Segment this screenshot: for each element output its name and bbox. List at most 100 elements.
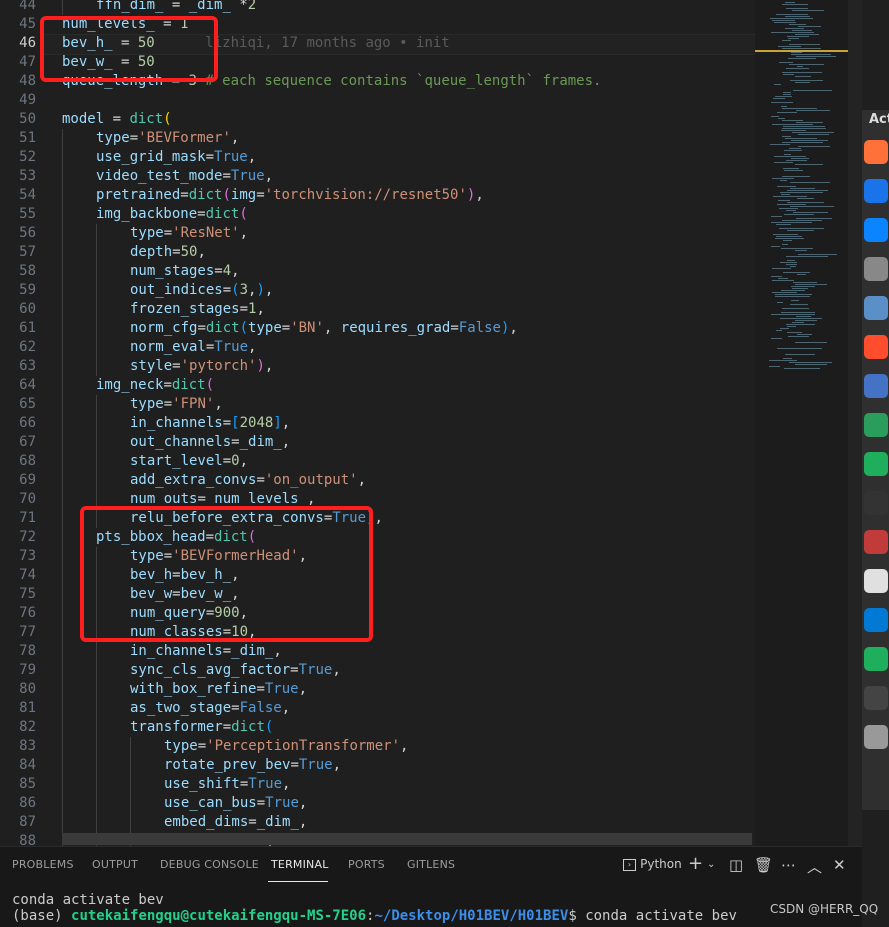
minimap-line [786,8,808,9]
tab-ports[interactable]: PORTS [348,858,385,871]
code-line[interactable]: 55 img_backbone=dict( [0,205,755,224]
minimap-line [772,292,797,293]
thunderbird-icon[interactable] [864,218,888,242]
code-line[interactable]: 64 img_neck=dict( [0,376,755,395]
more-actions-icon[interactable]: ⋯ [781,856,796,874]
code-line[interactable]: 83 type='PerceptionTransformer', [0,737,755,756]
code-line[interactable]: 58 num_stages=4, [0,262,755,281]
code-line[interactable]: 63 style='pytorch'), [0,357,755,376]
code-line[interactable]: 54 pretrained=dict(img='torchvision://res… [0,186,755,205]
firefox-icon[interactable] [864,140,888,164]
minimap-line [789,362,832,363]
minimap-line [775,296,810,297]
code-line[interactable]: 69 add_extra_convs='on_output', [0,471,755,490]
trash-icon[interactable]: 🗑 [754,856,773,874]
tab-debug-console[interactable]: DEBUG CONSOLE [160,858,259,871]
code-line[interactable]: 67 out_channels=_dim_, [0,433,755,452]
vertical-scrollbar[interactable] [848,0,862,846]
minimap-line [795,164,823,165]
minimap-line [796,122,823,123]
minimap-line [796,110,830,111]
terminal-shell-selector[interactable]: › Python [623,857,682,872]
code-line[interactable]: 59 out_indices=(3,), [0,281,755,300]
line-number: 44 [19,0,36,13]
line-number: 54 [19,187,36,203]
line-number: 79 [19,662,36,678]
code-line[interactable]: 60 frozen_stages=1, [0,300,755,319]
document-icon[interactable] [864,374,888,398]
split-terminal-icon[interactable]: ◫ [729,856,743,874]
minimap-line [787,326,796,327]
files-icon[interactable] [864,257,888,281]
code-line[interactable]: 44 ffn_dim_ = _dim_ *2 [0,0,755,15]
code-line[interactable]: 78 in_channels=_dim_, [0,642,755,661]
app-icon[interactable] [864,296,888,320]
pycharm-icon[interactable] [864,452,888,476]
app-icon[interactable] [864,335,888,359]
minimap-line [779,208,798,209]
minimap-line [793,90,832,91]
maximize-panel-icon[interactable]: ︿ [807,856,822,877]
new-terminal-icon[interactable]: + [688,853,703,874]
obs-icon[interactable] [864,686,888,710]
apps-grid-icon[interactable] [864,725,888,749]
code-line[interactable]: 79 sync_cls_avg_factor=True, [0,661,755,680]
pycharm-icon[interactable] [864,647,888,671]
code-line[interactable]: 61 norm_cfg=dict(type='BN', requires_grad… [0,319,755,338]
chrome-icon[interactable] [864,179,888,203]
tab-terminal[interactable]: TERMINAL [271,858,329,871]
horizontal-scrollbar[interactable] [62,833,752,845]
watermark: CSDN @HERR_QQ [770,902,879,916]
line-number: 46 [19,35,36,51]
minimap-line [790,80,823,81]
code-line[interactable]: 86 use_can_bus=True, [0,794,755,813]
desktop-dock [862,110,889,810]
minimap-line [771,216,782,217]
tab-problems[interactable]: PROBLEMS [12,858,74,871]
minimap-line [774,162,793,163]
minimap-line [795,34,819,35]
minimap-line [792,30,812,31]
code-line[interactable]: 62 norm_eval=True, [0,338,755,357]
code-line[interactable]: 87 embed_dims=_dim_, [0,813,755,832]
clion-icon[interactable] [864,413,888,437]
chevron-down-icon[interactable]: ⌄ [707,859,715,870]
minimap-line [780,262,797,263]
tab-output[interactable]: OUTPUT [92,858,138,871]
minimap-line [797,66,803,67]
code-line[interactable]: 66 in_channels=[2048], [0,414,755,433]
minimap-line [783,240,792,241]
minimap[interactable] [755,0,848,846]
code-line[interactable]: 68 start_level=0, [0,452,755,471]
code-line[interactable]: 65 type='FPN', [0,395,755,414]
vscode-icon[interactable] [864,608,888,632]
minimap-line [787,230,814,231]
app-icon[interactable] [864,569,888,593]
minimap-line [792,288,808,289]
minimap-line [773,234,798,235]
activities-label[interactable]: Act [869,112,889,127]
app-icon[interactable] [864,530,888,554]
terminal-icon[interactable] [864,491,888,515]
line-number: 86 [19,795,36,811]
code-text: use_shift=True, [164,776,291,792]
code-line[interactable]: 81 as_two_stage=False, [0,699,755,718]
code-line[interactable]: 85 use_shift=True, [0,775,755,794]
close-panel-icon[interactable]: ✕ [833,856,846,874]
code-line[interactable]: 49 [0,91,755,110]
minimap-line [792,10,824,11]
code-line[interactable]: 57 depth=50, [0,243,755,262]
code-line[interactable]: 56 type='ResNet', [0,224,755,243]
code-editor[interactable]: 44 ffn_dim_ = _dim_ *2 45 num_levels_ = 1 46… [0,0,755,846]
code-line[interactable]: 50 model = dict( [0,110,755,129]
code-line[interactable]: 80 with_box_refine=True, [0,680,755,699]
code-line[interactable]: 84 rotate_prev_bev=True, [0,756,755,775]
minimap-line [781,248,813,249]
minimap-line [782,120,803,121]
code-line[interactable]: 52 use_grid_mask=True, [0,148,755,167]
minimap-line [774,22,796,23]
code-line[interactable]: 82 transformer=dict( [0,718,755,737]
tab-gitlens[interactable]: GITLENS [407,858,455,871]
code-line[interactable]: 53 video_test_mode=True, [0,167,755,186]
code-line[interactable]: 51 type='BEVFormer', [0,129,755,148]
